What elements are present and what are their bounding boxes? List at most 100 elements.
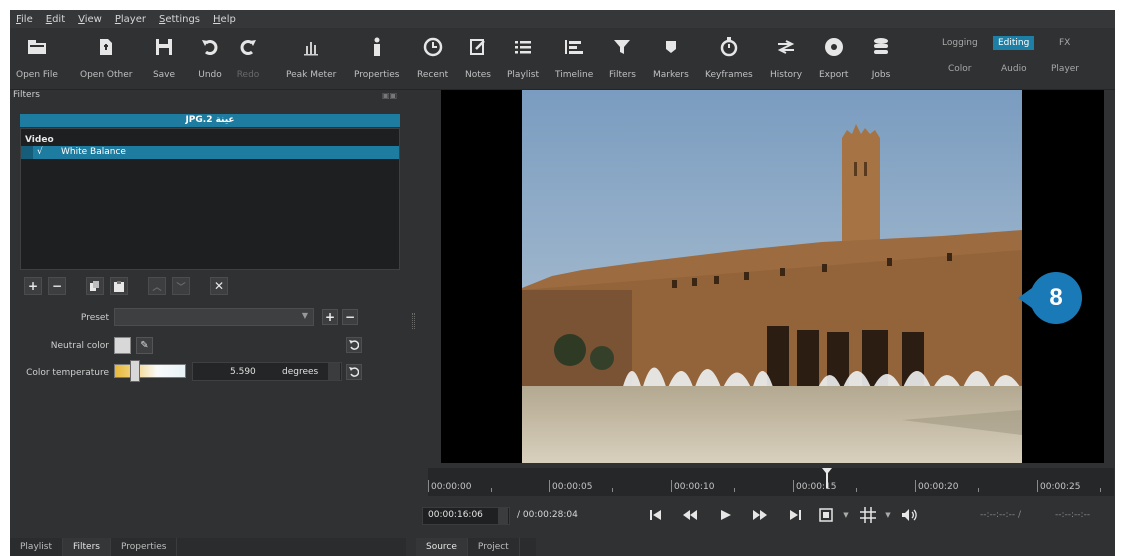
- reset-icon: [349, 340, 359, 350]
- redo-button[interactable]: Redo: [235, 34, 261, 80]
- layout-logging[interactable]: Logging: [942, 38, 978, 48]
- chevron-down-icon: ﹀: [176, 282, 186, 293]
- plus-icon: +: [27, 279, 39, 293]
- skip-next-icon: [790, 510, 801, 520]
- filters-button[interactable]: Filters: [609, 34, 636, 80]
- layout-audio[interactable]: Audio: [1001, 64, 1027, 74]
- zoom-dropdown-button[interactable]: ▼: [836, 505, 856, 525]
- minus-icon: −: [51, 279, 63, 293]
- tab-source[interactable]: Source: [416, 538, 468, 556]
- menu-file[interactable]: File: [16, 14, 33, 25]
- deselect-filter-button[interactable]: ✕: [210, 277, 228, 295]
- export-button[interactable]: Export: [819, 34, 848, 80]
- notes-button[interactable]: Notes: [465, 34, 491, 80]
- color-temperature-spinbox[interactable]: [192, 362, 342, 381]
- grid-dropdown-button[interactable]: ▼: [878, 505, 898, 525]
- eyedropper-button[interactable]: ✎: [136, 337, 153, 354]
- layout-player[interactable]: Player: [1051, 64, 1079, 74]
- play-icon: [721, 510, 731, 520]
- undo-button[interactable]: Undo: [197, 34, 223, 80]
- layout-editing[interactable]: Editing: [993, 36, 1035, 50]
- dock-float-close-icon[interactable]: ▣▣: [382, 91, 397, 100]
- keyframes-button[interactable]: Keyframes: [705, 34, 753, 80]
- skip-previous-icon: [650, 510, 661, 520]
- recent-button[interactable]: Recent: [417, 34, 448, 80]
- toggle-zoom-button[interactable]: [816, 505, 836, 525]
- layout-fx[interactable]: FX: [1059, 38, 1070, 48]
- filter-list[interactable]: Video √ White Balance: [20, 128, 400, 270]
- menu-help[interactable]: Help: [213, 14, 236, 25]
- chevron-down-icon: ▼: [885, 511, 891, 519]
- tab-properties[interactable]: Properties: [111, 538, 178, 556]
- tick-minor: [612, 488, 613, 492]
- close-icon: ✕: [213, 279, 225, 293]
- export-icon: [821, 34, 847, 60]
- tick-label-5: 00:00:05: [552, 482, 593, 492]
- open-file-button[interactable]: Open File: [16, 34, 58, 80]
- save-preset-button[interactable]: +: [322, 309, 338, 325]
- grid-icon: [860, 507, 876, 523]
- spin-arrows-icon[interactable]: [498, 508, 508, 524]
- paste-filter-button[interactable]: [110, 277, 128, 295]
- timeline-button[interactable]: Timeline: [555, 34, 593, 80]
- jobs-button[interactable]: Jobs: [868, 34, 894, 80]
- peak-meter-button[interactable]: Peak Meter: [286, 34, 336, 80]
- save-button[interactable]: Save: [151, 34, 177, 80]
- tab-project[interactable]: Project: [468, 538, 520, 556]
- player-tabs: Source Project: [416, 538, 536, 556]
- reset-temperature-button[interactable]: [346, 364, 362, 380]
- remove-filter-button[interactable]: −: [48, 277, 66, 295]
- timeline-icon: [561, 34, 587, 60]
- tab-playlist[interactable]: Playlist: [10, 538, 63, 556]
- fast-forward-button[interactable]: [750, 505, 770, 525]
- menu-edit[interactable]: Edit: [46, 14, 65, 25]
- markers-button[interactable]: Markers: [653, 34, 689, 80]
- neutral-color-swatch[interactable]: [114, 337, 131, 354]
- copy-filter-button[interactable]: [86, 277, 104, 295]
- panel-splitter-handle[interactable]: [412, 313, 415, 329]
- color-temperature-slider[interactable]: [114, 364, 186, 378]
- tick-label-10: 00:00:10: [674, 482, 715, 492]
- menu-view[interactable]: View: [78, 14, 102, 25]
- tick-label-0: 00:00:00: [431, 482, 472, 492]
- info-icon: [364, 34, 390, 60]
- menu-settings[interactable]: Settings: [159, 14, 200, 25]
- fast-forward-icon: [753, 510, 767, 520]
- move-filter-down-button[interactable]: ﹀: [172, 277, 190, 295]
- menu-bar: File Edit View Player Settings Help: [10, 10, 1115, 28]
- spin-arrows-icon[interactable]: [328, 363, 340, 380]
- delete-preset-button[interactable]: −: [342, 309, 358, 325]
- filter-name: White Balance: [61, 147, 126, 157]
- volume-button[interactable]: [900, 505, 920, 525]
- menu-player[interactable]: Player: [115, 14, 146, 25]
- rewind-icon: [683, 510, 697, 520]
- video-viewer[interactable]: [441, 90, 1104, 463]
- filter-row-white-balance[interactable]: √ White Balance: [21, 146, 399, 159]
- playhead-icon[interactable]: [822, 468, 832, 488]
- grid-button[interactable]: [858, 505, 878, 525]
- rewind-button[interactable]: [680, 505, 700, 525]
- preset-combobox[interactable]: ▼: [114, 308, 314, 326]
- skip-to-end-button[interactable]: [785, 505, 805, 525]
- open-other-button[interactable]: Open Other: [80, 34, 132, 80]
- tick-minor: [734, 488, 735, 492]
- properties-button[interactable]: Properties: [354, 34, 399, 80]
- color-temperature-slider-handle[interactable]: [130, 360, 140, 382]
- neutral-color-label: Neutral color: [50, 341, 109, 351]
- filter-enable-checkbox[interactable]: [21, 146, 33, 159]
- add-filter-button[interactable]: +: [24, 277, 42, 295]
- reset-neutral-button[interactable]: [346, 337, 362, 353]
- layout-color[interactable]: Color: [948, 64, 972, 74]
- skip-to-start-button[interactable]: [646, 505, 666, 525]
- play-button[interactable]: [716, 505, 736, 525]
- playlist-button[interactable]: Playlist: [507, 34, 539, 80]
- in-point-timecode: --:--:--:-- /: [980, 510, 1021, 520]
- timeline-ruler[interactable]: 00:00:00 00:00:05 00:00:10 00:00:15 00:0…: [428, 468, 1114, 496]
- chevron-down-icon: ▼: [843, 511, 849, 519]
- move-filter-up-button[interactable]: ︿: [148, 277, 166, 295]
- tab-filters[interactable]: Filters: [63, 538, 111, 556]
- check-icon: √: [37, 147, 43, 157]
- history-button[interactable]: History: [770, 34, 802, 80]
- out-point-timecode: --:--:--:--: [1055, 510, 1091, 520]
- tick-label-25: 00:00:25: [1040, 482, 1081, 492]
